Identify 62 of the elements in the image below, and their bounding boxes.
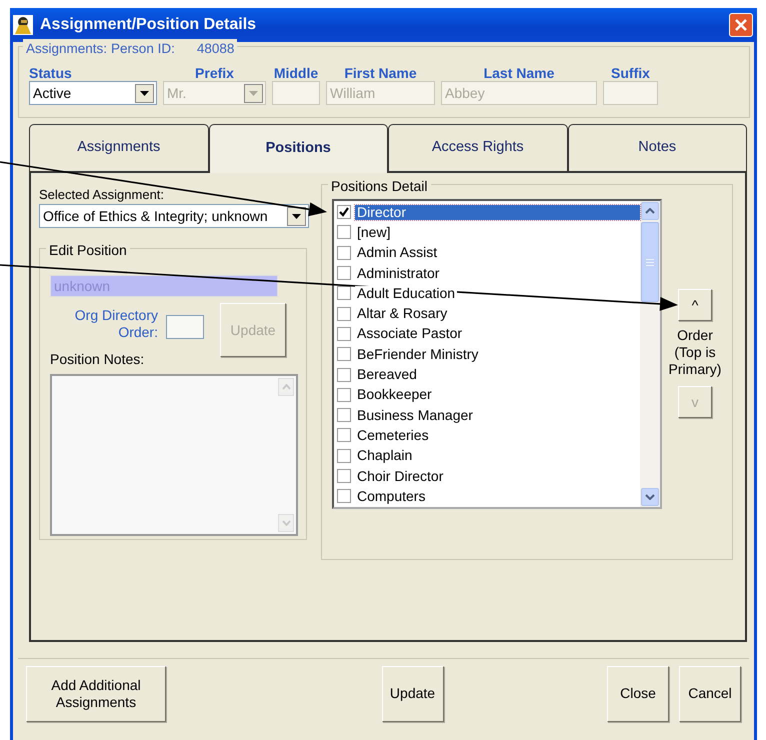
checkbox[interactable] — [337, 326, 351, 341]
checkbox[interactable] — [337, 448, 351, 463]
list-item[interactable]: Associate Pastor — [355, 326, 464, 342]
list-item[interactable]: Admin Assist — [355, 245, 440, 260]
tab[interactable]: Notes — [568, 124, 747, 173]
checkbox[interactable] — [337, 489, 351, 504]
order-caption: Order (Top is Primary) — [668, 327, 722, 378]
field-label: Middle — [272, 64, 320, 81]
app-icon — [12, 14, 34, 36]
footer-button[interactable]: Update — [382, 666, 444, 722]
tab[interactable]: Assignments — [29, 124, 208, 173]
scroll-up-icon[interactable] — [641, 202, 659, 220]
tab[interactable]: Access Rights — [388, 124, 568, 173]
list-item[interactable]: BeFriender Ministry — [355, 346, 480, 362]
footer-button[interactable]: Add Additional Assignments — [26, 666, 166, 722]
checkbox[interactable] — [337, 225, 351, 240]
input-field[interactable] — [166, 315, 204, 339]
checkbox[interactable] — [337, 428, 351, 442]
tab[interactable]: Positions — [208, 124, 388, 173]
field-label: Suffix — [610, 64, 651, 81]
checkbox[interactable] — [337, 246, 351, 260]
person-id-label: Person ID: — [111, 40, 175, 58]
checkbox[interactable] — [337, 408, 351, 422]
checkbox[interactable] — [337, 266, 351, 280]
field-label: Position Notes: — [50, 350, 146, 369]
list-item[interactable]: Altar & Rosary — [355, 306, 450, 322]
close-icon — [734, 18, 748, 32]
group-label: Assignments: — [26, 40, 108, 58]
field-label: Selected Assignment: — [39, 187, 164, 202]
list-item[interactable]: Choir Director — [355, 468, 446, 484]
list-item[interactable]: Director — [355, 204, 640, 220]
dropdown-field[interactable]: Office of Ethics & Integrity; unknown — [39, 204, 309, 228]
checkbox[interactable] — [337, 368, 351, 382]
scroll-thumb[interactable] — [641, 222, 659, 302]
checkbox[interactable] — [337, 388, 351, 402]
checkbox[interactable] — [337, 469, 351, 483]
list-item[interactable]: [new] — [355, 224, 392, 240]
close-button[interactable] — [729, 13, 753, 37]
move-up-button[interactable]: ^ — [678, 289, 712, 321]
list-item[interactable]: Bereaved — [355, 367, 419, 382]
list-item[interactable]: Computers — [355, 488, 428, 504]
list-item[interactable]: Adult Education — [355, 286, 458, 301]
footer-button[interactable]: Close — [607, 666, 669, 722]
footer-button[interactable]: Cancel — [679, 666, 741, 722]
field-label: Last Name — [482, 64, 556, 81]
list-item[interactable]: Cemeteries — [355, 428, 431, 443]
list-item[interactable]: Chaplain — [355, 448, 414, 464]
dropdown-field[interactable]: Active — [29, 81, 157, 105]
list-item[interactable]: Administrator — [355, 266, 442, 281]
checkbox[interactable] — [337, 205, 351, 220]
field-label: Status — [29, 64, 73, 81]
field-label: First Name — [343, 64, 418, 81]
list-item[interactable]: Business Manager — [355, 408, 475, 423]
checkbox[interactable] — [337, 306, 351, 321]
field-label: Prefix — [194, 64, 235, 81]
field-label: Org Directory Order: — [74, 307, 158, 341]
scroll-down-icon[interactable] — [641, 488, 659, 506]
checkbox[interactable] — [337, 347, 351, 362]
list-item[interactable]: Bookkeeper — [355, 387, 434, 402]
window-title: Assignment/Position Details — [40, 15, 256, 35]
checkbox[interactable] — [337, 286, 351, 300]
person-id-value: 48088 — [196, 40, 234, 58]
